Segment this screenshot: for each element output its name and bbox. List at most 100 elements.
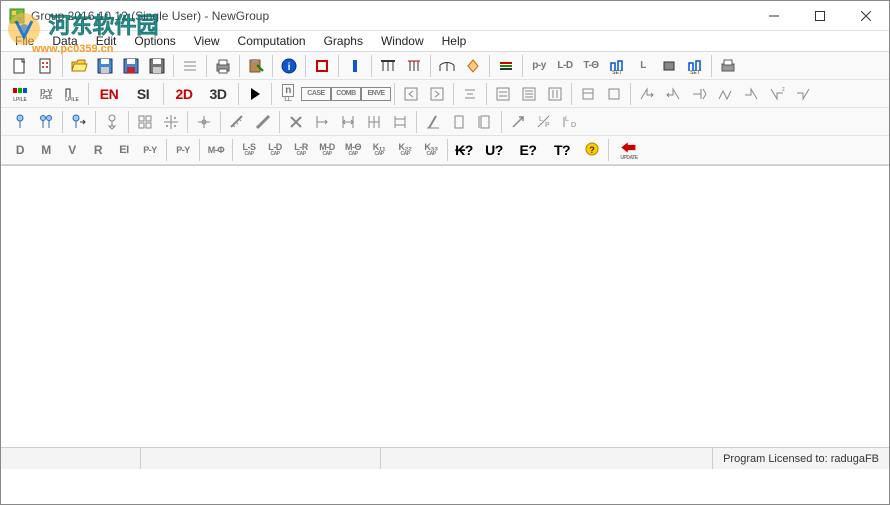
- info-button[interactable]: i: [276, 54, 302, 78]
- q-yellow-button[interactable]: ?: [579, 138, 605, 162]
- cross-icon[interactable]: [191, 110, 217, 134]
- bridge-icon[interactable]: [434, 54, 460, 78]
- arrow3-icon[interactable]: [686, 82, 712, 106]
- pin-tri-icon[interactable]: [99, 110, 125, 134]
- list3-button[interactable]: [542, 82, 568, 106]
- k11-button[interactable]: K₁₁CAP: [366, 138, 392, 162]
- ei-button[interactable]: EI: [111, 138, 137, 162]
- arrow6-icon[interactable]: z: [764, 82, 790, 106]
- rect-side-icon[interactable]: [472, 110, 498, 134]
- t0-button[interactable]: T-Θ: [578, 54, 604, 78]
- save-red-button[interactable]: [118, 54, 144, 78]
- menu-graphs[interactable]: Graphs: [316, 32, 371, 50]
- line-icon[interactable]: [250, 110, 276, 134]
- enve-button[interactable]: ENVE: [361, 87, 391, 101]
- arrow-ur-icon[interactable]: [505, 110, 531, 134]
- arrow1-icon[interactable]: [634, 82, 660, 106]
- run-button[interactable]: [242, 82, 268, 106]
- print-button[interactable]: [210, 54, 236, 78]
- dim4-icon[interactable]: [387, 110, 413, 134]
- print2-button[interactable]: [715, 54, 741, 78]
- hlines-icon[interactable]: [493, 54, 519, 78]
- next-button[interactable]: [424, 82, 450, 106]
- diamond-icon[interactable]: [460, 54, 486, 78]
- u-button[interactable]: U?: [477, 138, 511, 162]
- list1-button[interactable]: [490, 82, 516, 106]
- slant-icon[interactable]: [420, 110, 446, 134]
- grid4-icon[interactable]: [132, 110, 158, 134]
- pin1-icon[interactable]: [7, 110, 33, 134]
- arrow7-icon[interactable]: [790, 82, 816, 106]
- dim2-icon[interactable]: [335, 110, 361, 134]
- open-button[interactable]: [66, 54, 92, 78]
- arrow2-icon[interactable]: [660, 82, 686, 106]
- lpile-colors-button[interactable]: LPILE: [7, 82, 33, 106]
- lpile-chart-button[interactable]: LPILE: [59, 82, 85, 106]
- dim1-icon[interactable]: [309, 110, 335, 134]
- arrow5-icon[interactable]: [738, 82, 764, 106]
- save-bw-button[interactable]: [144, 54, 170, 78]
- save-button[interactable]: [92, 54, 118, 78]
- maximize-button[interactable]: [797, 1, 843, 31]
- menu-data[interactable]: Data: [44, 32, 85, 50]
- pin-arrow-icon[interactable]: [66, 110, 92, 134]
- grid-dots-icon[interactable]: [158, 110, 184, 134]
- t-lines-icon[interactable]: [401, 54, 427, 78]
- close-button[interactable]: [843, 1, 889, 31]
- dim3-icon[interactable]: [361, 110, 387, 134]
- menu-computation[interactable]: Computation: [230, 32, 314, 50]
- e-button[interactable]: E?: [511, 138, 545, 162]
- lpile-py-button[interactable]: p-yLPILE: [33, 82, 59, 106]
- l-button[interactable]: L: [630, 54, 656, 78]
- lines-icon[interactable]: [177, 54, 203, 78]
- pin2-icon[interactable]: [33, 110, 59, 134]
- 3d-button[interactable]: 3D: [201, 82, 235, 106]
- align-center-button[interactable]: [457, 82, 483, 106]
- n-button[interactable]: nL.L.: [275, 82, 301, 106]
- py-button[interactable]: p-y: [526, 54, 552, 78]
- d-button[interactable]: D: [7, 138, 33, 162]
- prev-button[interactable]: [398, 82, 424, 106]
- new-grid-button[interactable]: [33, 54, 59, 78]
- k22-button[interactable]: K₂₂CAP: [392, 138, 418, 162]
- q-button[interactable]: ₭?: [451, 138, 477, 162]
- k33-button[interactable]: K₃₃CAP: [418, 138, 444, 162]
- menu-options[interactable]: Options: [126, 32, 183, 50]
- update-button[interactable]: UPDATE: [612, 138, 646, 162]
- minimize-button[interactable]: [751, 1, 797, 31]
- rect2-icon[interactable]: [446, 110, 472, 134]
- 2d-button[interactable]: 2D: [167, 82, 201, 106]
- columns-icon[interactable]: [375, 54, 401, 78]
- menu-edit[interactable]: Edit: [88, 32, 125, 50]
- menu-view[interactable]: View: [186, 32, 228, 50]
- md-button[interactable]: M-DCAP: [314, 138, 340, 162]
- case-button[interactable]: CASE: [301, 87, 331, 101]
- v-button[interactable]: V: [59, 138, 85, 162]
- ld-button[interactable]: L-DCAP: [262, 138, 288, 162]
- red-square-icon[interactable]: [309, 54, 335, 78]
- lp-icon[interactable]: LP: [531, 110, 557, 134]
- py1-button[interactable]: P-Y: [137, 138, 163, 162]
- m-button[interactable]: M: [33, 138, 59, 162]
- x-icon[interactable]: [283, 110, 309, 134]
- t-button[interactable]: T?: [545, 138, 579, 162]
- box-close-button[interactable]: [601, 82, 627, 106]
- set1-button[interactable]: SET: [604, 54, 630, 78]
- m0-button[interactable]: M-ΘCAP: [340, 138, 366, 162]
- ls-button[interactable]: L-SCAP: [236, 138, 262, 162]
- new-button[interactable]: [7, 54, 33, 78]
- ruler-icon[interactable]: [224, 110, 250, 134]
- menu-file[interactable]: File: [7, 32, 42, 50]
- set2-button[interactable]: SET: [682, 54, 708, 78]
- list2-button[interactable]: [516, 82, 542, 106]
- lr-button[interactable]: L-RCAP: [288, 138, 314, 162]
- si-button[interactable]: SI: [126, 82, 160, 106]
- py2-button[interactable]: P-Y: [170, 138, 196, 162]
- arrow4-icon[interactable]: [712, 82, 738, 106]
- comb-button[interactable]: COMB: [331, 87, 361, 101]
- menu-window[interactable]: Window: [373, 32, 432, 50]
- box-open-button[interactable]: [575, 82, 601, 106]
- mf-button[interactable]: M-Φ: [203, 138, 229, 162]
- menu-help[interactable]: Help: [434, 32, 475, 50]
- paste-button[interactable]: [243, 54, 269, 78]
